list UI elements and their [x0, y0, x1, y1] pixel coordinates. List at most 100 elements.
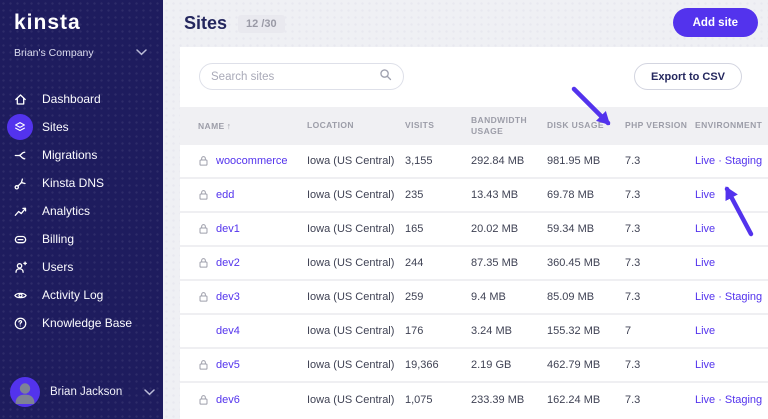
sidebar-item-billing[interactable]: Billing [0, 225, 163, 253]
column-header-environment[interactable]: Environment [695, 120, 762, 131]
sidebar-item-label: Billing [42, 232, 75, 246]
table-row[interactable]: woocommerce Iowa (US Central) 3,155 292.… [180, 145, 768, 179]
disk-cell: 360.45 MB [547, 257, 601, 269]
staging-link[interactable]: Staging [725, 291, 762, 303]
disk-cell: 155.32 MB [547, 325, 601, 337]
add-site-button[interactable]: Add site [672, 8, 758, 37]
location-cell: Iowa (US Central) [307, 291, 395, 303]
question-icon [7, 310, 33, 336]
staging-link[interactable]: Staging [725, 394, 762, 406]
sidebar-item-knowledge-base[interactable]: Knowledge Base [0, 309, 163, 337]
sidebar-item-users[interactable]: Users [0, 253, 163, 281]
bandwidth-cell: 3.24 MB [471, 325, 512, 337]
sidebar-item-migrations[interactable]: Migrations [0, 141, 163, 169]
env-separator: · [718, 394, 722, 406]
live-link[interactable]: Live [695, 257, 715, 269]
sidebar-item-label: Knowledge Base [42, 316, 133, 330]
staging-link[interactable]: Staging [725, 155, 762, 167]
site-name-cell: dev4 [198, 325, 307, 337]
sites-card: Export to CSV Name↑ Location Visits Band… [180, 47, 768, 419]
location-cell: Iowa (US Central) [307, 189, 395, 201]
search-input[interactable] [211, 70, 379, 83]
php-version-cell: 7.3 [625, 223, 641, 235]
chevron-down-icon [144, 383, 155, 401]
sidebar-item-dashboard[interactable]: Dashboard [0, 85, 163, 113]
live-link[interactable]: Live [695, 223, 715, 235]
column-header-visits[interactable]: Visits [405, 120, 471, 131]
column-header-php[interactable]: PHP Version [625, 120, 695, 131]
site-name-cell: dev2 [198, 257, 307, 269]
live-link[interactable]: Live [695, 394, 715, 406]
company-switcher[interactable]: Brian's Company [0, 35, 163, 59]
location-cell: Iowa (US Central) [307, 359, 395, 371]
table-row[interactable]: edd Iowa (US Central) 235 13.43 MB 69.78… [180, 179, 768, 213]
disk-cell: 85.09 MB [547, 291, 595, 303]
table-row[interactable]: dev3 Iowa (US Central) 259 9.4 MB 85.09 … [180, 281, 768, 315]
disk-cell: 462.79 MB [547, 359, 601, 371]
column-header-bandwidth[interactable]: Bandwidth Usage [471, 115, 547, 138]
live-link[interactable]: Live [695, 359, 715, 371]
table-row[interactable]: dev1 Iowa (US Central) 165 20.02 MB 59.3… [180, 213, 768, 247]
environment-cell: Live [695, 257, 760, 269]
visits-cell: 176 [405, 325, 424, 337]
live-link[interactable]: Live [695, 325, 715, 337]
sidebar-item-sites[interactable]: Sites [0, 113, 163, 141]
sidebar-item-kinsta-dns[interactable]: Kinsta DNS [0, 169, 163, 197]
table-row[interactable]: dev5 Iowa (US Central) 19,366 2.19 GB 46… [180, 349, 768, 383]
sidebar-item-label: Sites [42, 120, 69, 134]
bandwidth-cell: 9.4 MB [471, 291, 506, 303]
page-title: Sites [184, 13, 228, 33]
table-row[interactable]: dev6 Iowa (US Central) 1,075 233.39 MB 1… [180, 383, 768, 417]
bandwidth-cell: 20.02 MB [471, 223, 519, 235]
sidebar-item-analytics[interactable]: Analytics [0, 197, 163, 225]
php-version-cell: 7.3 [625, 394, 641, 406]
site-link[interactable]: dev3 [216, 291, 240, 303]
live-link[interactable]: Live [695, 189, 715, 201]
site-link[interactable]: dev6 [216, 394, 240, 406]
site-link[interactable]: dev5 [216, 359, 240, 371]
search-icon [379, 68, 392, 86]
user-menu[interactable]: Brian Jackson [10, 377, 155, 407]
lock-icon [198, 223, 209, 235]
column-header-disk[interactable]: Disk Usage [547, 120, 625, 131]
site-link[interactable]: dev1 [216, 223, 240, 235]
lock-icon [198, 189, 209, 201]
eye-icon [7, 282, 33, 308]
site-name-cell: dev5 [198, 359, 307, 371]
site-link[interactable]: edd [216, 189, 234, 201]
sidebar-item-activity-log[interactable]: Activity Log [0, 281, 163, 309]
lock-icon [198, 359, 209, 371]
sidebar-item-label: Kinsta DNS [42, 176, 105, 190]
table-row[interactable]: dev2 Iowa (US Central) 244 87.35 MB 360.… [180, 247, 768, 281]
bandwidth-cell: 2.19 GB [471, 359, 512, 371]
column-header-name[interactable]: Name ↑ [198, 120, 307, 132]
visits-cell: 235 [405, 189, 424, 201]
php-version-cell: 7.3 [625, 257, 641, 269]
site-link[interactable]: woocommerce [216, 155, 288, 167]
env-separator: · [718, 155, 722, 167]
lock-icon [198, 257, 209, 269]
environment-cell: Live · Staging [695, 394, 762, 406]
search-box[interactable] [199, 63, 404, 90]
environment-cell: Live [695, 189, 760, 201]
sidebar-item-label: Users [42, 260, 74, 274]
sidebar-nav: Dashboard Sites Migrations Kinsta DNS An… [0, 85, 163, 337]
live-link[interactable]: Live [695, 291, 715, 303]
visits-cell: 244 [405, 257, 424, 269]
sidebar-item-label: Analytics [42, 204, 91, 218]
user-name: Brian Jackson [50, 386, 123, 398]
export-csv-button[interactable]: Export to CSV [634, 63, 742, 90]
avatar [10, 377, 40, 407]
site-name-cell: dev6 [198, 394, 307, 406]
column-header-location[interactable]: Location [307, 120, 405, 131]
main-content: Sites 12 /30 Add site Export to CSV Name… [163, 0, 768, 419]
company-name: Brian's Company [14, 47, 94, 59]
environment-cell: Live · Staging [695, 155, 762, 167]
php-version-cell: 7.3 [625, 291, 641, 303]
live-link[interactable]: Live [695, 155, 715, 167]
table-row[interactable]: dev4 Iowa (US Central) 176 3.24 MB 155.3… [180, 315, 768, 349]
site-link[interactable]: dev4 [216, 325, 240, 337]
site-link[interactable]: dev2 [216, 257, 240, 269]
mykinsta-dashboard: Kinsta Brian's Company Dashboard Sites [0, 0, 768, 419]
sort-asc-icon: ↑ [226, 120, 232, 131]
